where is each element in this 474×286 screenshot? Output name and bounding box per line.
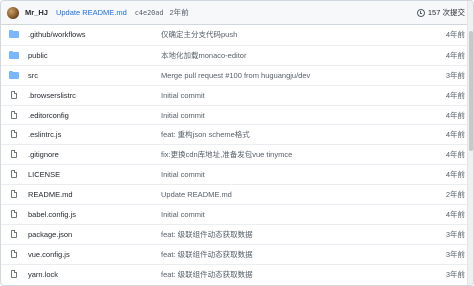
history-icon: [416, 8, 425, 17]
file-icon: [9, 229, 20, 239]
file-commit-time: 4年前: [445, 150, 465, 160]
file-name-link[interactable]: LICENSE: [28, 170, 161, 179]
repo-file-browser: Mr_HJ Update README.md c4e20ad 2年前 157 次…: [0, 0, 474, 286]
file-commit-time: 4年前: [445, 110, 465, 120]
file-row[interactable]: README.md Update README.md 2年前: [1, 184, 473, 204]
file-commit-time: 4年前: [445, 130, 465, 140]
file-icon: [9, 249, 20, 259]
file-icon: [9, 269, 20, 279]
file-commit-time: 3年前: [445, 269, 465, 279]
file-row[interactable]: .editorconfig Initial commit 4年前: [1, 104, 473, 125]
file-commit-time: 3年前: [445, 229, 465, 239]
file-commit-message-link[interactable]: 本地化加载monaco-editor: [161, 50, 415, 61]
latest-commit-bar: Mr_HJ Update README.md c4e20ad 2年前 157 次…: [1, 1, 473, 25]
file-commit-message-link[interactable]: Update README.md: [161, 190, 415, 199]
file-commit-time: 4年前: [445, 50, 465, 60]
file-icon: [9, 150, 20, 159]
file-icon: [9, 110, 20, 120]
scrollbar[interactable]: [467, 1, 473, 285]
file-commit-time: 4年前: [445, 30, 465, 40]
scrollbar-thumb[interactable]: [469, 31, 473, 151]
commit-time: 2年前: [169, 8, 189, 17]
avatar[interactable]: [7, 6, 19, 19]
file-name-link[interactable]: babel.config.js: [28, 210, 161, 219]
commit-message-link[interactable]: Update README.md: [56, 8, 127, 17]
file-row[interactable]: public 本地化加载monaco-editor 4年前: [1, 44, 473, 65]
file-row[interactable]: src Merge pull request #100 from huguangj…: [1, 64, 473, 85]
file-commit-message-link[interactable]: Initial commit: [161, 170, 415, 179]
file-commit-time: 3年前: [445, 249, 465, 259]
file-commit-time: 4年前: [445, 209, 465, 219]
file-commit-time: 4年前: [445, 90, 465, 100]
file-name-link[interactable]: .gitignore: [28, 150, 161, 159]
file-commit-message-link[interactable]: feat: 级联组件动态获取数据: [161, 269, 415, 280]
commit-history-link[interactable]: 157 次提交: [416, 7, 465, 18]
file-list: .github/workflows 仅确定主分支代码push 4年前 public 本地…: [1, 25, 473, 284]
folder-icon: [9, 30, 20, 39]
file-commit-time: 3年前: [445, 70, 465, 80]
file-name-link[interactable]: .eslintrc.js: [28, 130, 161, 139]
file-name-link[interactable]: .browserslistrc: [28, 91, 161, 100]
file-icon: [9, 209, 20, 219]
file-icon: [9, 90, 20, 100]
commit-count: 157 次提交: [427, 8, 465, 17]
commit-sha-link[interactable]: c4e20ad: [135, 9, 164, 17]
file-name-link[interactable]: README.md: [28, 190, 161, 199]
file-name-link[interactable]: yarn.lock: [28, 270, 161, 279]
file-name-link[interactable]: .editorconfig: [28, 111, 161, 120]
file-commit-message-link[interactable]: feat: 级联组件动态获取数据: [161, 249, 415, 260]
file-commit-message-link[interactable]: feat: 级联组件动态获取数据: [161, 229, 415, 240]
file-commit-message-link[interactable]: Initial commit: [161, 91, 415, 100]
file-row[interactable]: .gitignore fix:更换cdn库地址,准备发包vue tinymce 4年…: [1, 144, 473, 164]
file-row[interactable]: .browserslistrc Initial commit 4年前: [1, 84, 473, 105]
file-row[interactable]: .eslintrc.js feat: 重构json scheme格式 4年前: [1, 124, 473, 144]
file-name-link[interactable]: package.json: [28, 230, 161, 239]
file-icon: [9, 170, 20, 179]
file-name-link[interactable]: .github/workflows: [28, 30, 161, 39]
file-commit-message-link[interactable]: feat: 重构json scheme格式: [161, 129, 415, 140]
folder-icon: [9, 70, 20, 80]
file-icon: [9, 130, 20, 139]
file-row[interactable]: package.json feat: 级联组件动态获取数据 3年前: [1, 223, 473, 244]
folder-icon: [9, 50, 20, 60]
file-row[interactable]: .github/workflows 仅确定主分支代码push 4年前: [1, 25, 473, 45]
file-commit-message-link[interactable]: 仅确定主分支代码push: [161, 29, 415, 40]
file-name-link[interactable]: public: [28, 51, 161, 60]
file-row[interactable]: yarn.lock feat: 级联组件动态获取数据 3年前: [1, 263, 473, 284]
file-row[interactable]: vue.config.js feat: 级联组件动态获取数据 3年前: [1, 243, 473, 264]
file-commit-time: 2年前: [445, 190, 465, 200]
file-icon: [9, 190, 20, 199]
file-commit-time: 4年前: [445, 170, 465, 180]
file-name-link[interactable]: vue.config.js: [28, 250, 161, 259]
file-row[interactable]: LICENSE Initial commit 4年前: [1, 164, 473, 184]
file-commit-message-link[interactable]: Merge pull request #100 from huguangju/d…: [161, 71, 415, 80]
commit-author-link[interactable]: Mr_HJ: [25, 8, 48, 17]
file-name-link[interactable]: src: [28, 71, 161, 80]
file-commit-message-link[interactable]: fix:更换cdn库地址,准备发包vue tinymce: [161, 149, 415, 160]
file-commit-message-link[interactable]: Initial commit: [161, 210, 415, 219]
file-row[interactable]: babel.config.js Initial commit 4年前: [1, 204, 473, 224]
file-commit-message-link[interactable]: Initial commit: [161, 111, 415, 120]
